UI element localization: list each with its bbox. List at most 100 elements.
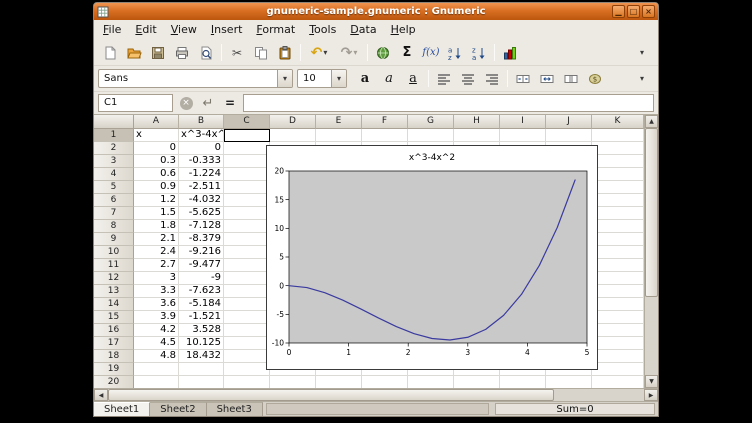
scroll-down-button[interactable]: ▼ bbox=[645, 375, 658, 388]
scroll-up-button[interactable]: ▲ bbox=[645, 115, 658, 128]
cell-B15[interactable]: -1.521 bbox=[179, 311, 224, 324]
cell-A5[interactable]: 0.9 bbox=[134, 181, 179, 194]
cell-A12[interactable]: 3 bbox=[134, 272, 179, 285]
cell-B12[interactable]: -9 bbox=[179, 272, 224, 285]
function-button[interactable]: f(x) bbox=[419, 42, 443, 64]
cell-K10[interactable] bbox=[592, 246, 644, 259]
cell-K5[interactable] bbox=[592, 181, 644, 194]
row-header-10[interactable]: 10 bbox=[94, 246, 134, 259]
vertical-scroll-trough[interactable] bbox=[645, 297, 658, 375]
cell-B17[interactable]: 10.125 bbox=[179, 337, 224, 350]
cell-C18[interactable] bbox=[224, 350, 270, 363]
cell-I1[interactable] bbox=[500, 129, 546, 142]
cell-C2[interactable] bbox=[224, 142, 270, 155]
cell-K18[interactable] bbox=[592, 350, 644, 363]
cell-C10[interactable] bbox=[224, 246, 270, 259]
menu-edit[interactable]: Edit bbox=[128, 21, 163, 39]
cell-A19[interactable] bbox=[134, 363, 179, 376]
money-format-button[interactable]: $ bbox=[583, 68, 607, 90]
cell-K8[interactable] bbox=[592, 220, 644, 233]
embedded-chart[interactable]: x^3-4x^2-10-505101520012345 bbox=[266, 145, 598, 370]
cut-button[interactable]: ✂ bbox=[225, 42, 249, 64]
insert-chart-button[interactable] bbox=[498, 42, 522, 64]
sheet-tab-sheet1[interactable]: Sheet1 bbox=[94, 402, 150, 416]
row-header-4[interactable]: 4 bbox=[94, 168, 134, 181]
vertical-scroll-thumb[interactable] bbox=[645, 128, 658, 297]
row-header-1[interactable]: 1 bbox=[94, 129, 134, 142]
cell-B6[interactable]: -4.032 bbox=[179, 194, 224, 207]
cell-B2[interactable]: 0 bbox=[179, 142, 224, 155]
font-size-dropdown-arrow[interactable]: ▾ bbox=[331, 70, 346, 87]
cell-K14[interactable] bbox=[592, 298, 644, 311]
close-button[interactable]: × bbox=[642, 5, 655, 18]
cell-K16[interactable] bbox=[592, 324, 644, 337]
menu-tools[interactable]: Tools bbox=[302, 21, 343, 39]
cell-A14[interactable]: 3.6 bbox=[134, 298, 179, 311]
row-header-6[interactable]: 6 bbox=[94, 194, 134, 207]
cell-E20[interactable] bbox=[316, 376, 362, 388]
font-name-dropdown-arrow[interactable]: ▾ bbox=[277, 70, 292, 87]
cell-B10[interactable]: -9.216 bbox=[179, 246, 224, 259]
cell-H20[interactable] bbox=[454, 376, 500, 388]
minimize-button[interactable]: ▁ bbox=[612, 5, 625, 18]
col-header-H[interactable]: H bbox=[454, 115, 500, 129]
merge-cells-button[interactable] bbox=[535, 68, 559, 90]
cell-C5[interactable] bbox=[224, 181, 270, 194]
cell-C13[interactable] bbox=[224, 285, 270, 298]
cell-B1[interactable]: x^3-4x^2 bbox=[179, 129, 224, 142]
cell-C9[interactable] bbox=[224, 233, 270, 246]
cell-A10[interactable]: 2.4 bbox=[134, 246, 179, 259]
cell-B14[interactable]: -5.184 bbox=[179, 298, 224, 311]
row-header-19[interactable]: 19 bbox=[94, 363, 134, 376]
cell-B8[interactable]: -7.128 bbox=[179, 220, 224, 233]
col-header-F[interactable]: F bbox=[362, 115, 408, 129]
row-header-14[interactable]: 14 bbox=[94, 298, 134, 311]
cell-K7[interactable] bbox=[592, 207, 644, 220]
cell-C8[interactable] bbox=[224, 220, 270, 233]
horizontal-scroll-thumb[interactable] bbox=[108, 389, 554, 401]
cell-A8[interactable]: 1.8 bbox=[134, 220, 179, 233]
menu-help[interactable]: Help bbox=[384, 21, 423, 39]
align-right-button[interactable] bbox=[480, 68, 504, 90]
menu-view[interactable]: View bbox=[164, 21, 204, 39]
cell-B11[interactable]: -9.477 bbox=[179, 259, 224, 272]
col-header-K[interactable]: K bbox=[592, 115, 644, 129]
cell-C11[interactable] bbox=[224, 259, 270, 272]
col-header-C[interactable]: C bbox=[224, 115, 270, 129]
horizontal-scroll-trough[interactable] bbox=[554, 389, 644, 401]
cell-K9[interactable] bbox=[592, 233, 644, 246]
cell-I20[interactable] bbox=[500, 376, 546, 388]
cell-B16[interactable]: 3.528 bbox=[179, 324, 224, 337]
sheet-tab-sheet3[interactable]: Sheet3 bbox=[207, 402, 263, 416]
cell-A6[interactable]: 1.2 bbox=[134, 194, 179, 207]
formula-input[interactable] bbox=[243, 94, 654, 112]
cell-B20[interactable] bbox=[179, 376, 224, 388]
new-file-button[interactable] bbox=[98, 42, 122, 64]
row-header-13[interactable]: 13 bbox=[94, 285, 134, 298]
menu-format[interactable]: Format bbox=[249, 21, 302, 39]
sort-descending-button[interactable]: za bbox=[467, 42, 491, 64]
col-header-I[interactable]: I bbox=[500, 115, 546, 129]
cell-B19[interactable] bbox=[179, 363, 224, 376]
cell-C12[interactable] bbox=[224, 272, 270, 285]
cell-A16[interactable]: 4.2 bbox=[134, 324, 179, 337]
confirm-edit-button[interactable]: ↵ bbox=[199, 94, 217, 112]
cell-K15[interactable] bbox=[592, 311, 644, 324]
cell-C6[interactable] bbox=[224, 194, 270, 207]
open-button[interactable] bbox=[122, 42, 146, 64]
col-header-A[interactable]: A bbox=[134, 115, 179, 129]
cell-D20[interactable] bbox=[270, 376, 316, 388]
cell-B13[interactable]: -7.623 bbox=[179, 285, 224, 298]
bold-button[interactable]: a bbox=[353, 68, 377, 90]
col-header-D[interactable]: D bbox=[270, 115, 316, 129]
print-button[interactable] bbox=[170, 42, 194, 64]
row-header-15[interactable]: 15 bbox=[94, 311, 134, 324]
cell-B5[interactable]: -2.511 bbox=[179, 181, 224, 194]
cell-J20[interactable] bbox=[546, 376, 592, 388]
scroll-left-button[interactable]: ◀ bbox=[94, 389, 108, 401]
save-button[interactable] bbox=[146, 42, 170, 64]
cell-A2[interactable]: 0 bbox=[134, 142, 179, 155]
row-header-20[interactable]: 20 bbox=[94, 376, 134, 388]
cell-K13[interactable] bbox=[592, 285, 644, 298]
cell-B7[interactable]: -5.625 bbox=[179, 207, 224, 220]
